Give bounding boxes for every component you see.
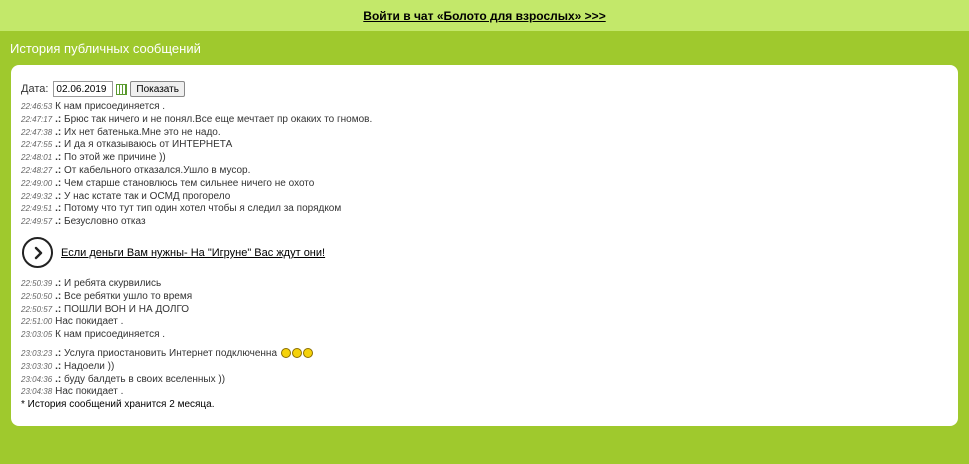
message-text: Потому что тут тип один хотел чтобы я сл… [64, 203, 342, 215]
message-row: 22:51:00 Нас покидает . [21, 316, 941, 329]
message-time: 23:03:23 [21, 348, 53, 358]
message-text: Надоели )) [64, 360, 115, 372]
message-bullet: .: [55, 152, 62, 164]
message-text: Нас покидает . [55, 386, 124, 398]
message-row: 23:04:36.: буду балдеть в своих вселенны… [21, 374, 941, 387]
message-bullet: .: [55, 290, 62, 302]
message-text: Брюс так ничего и не понял.Все еще мечта… [64, 113, 373, 125]
message-text: К нам присоединяется . [55, 329, 166, 341]
message-row: 23:03:23.: Услуга приостановить Интернет… [21, 348, 941, 361]
calendar-icon[interactable] [116, 83, 128, 95]
message-row: 22:46:53 К нам присоединяется . [21, 101, 941, 114]
message-bullet: .: [55, 190, 62, 202]
message-bullet: .: [55, 126, 62, 138]
message-bullet: .: [55, 360, 62, 372]
message-text: Услуга приостановить Интернет подключенн… [64, 347, 278, 359]
message-time: 22:48:01 [21, 153, 53, 163]
message-time: 22:49:00 [21, 178, 53, 188]
message-time: 22:48:27 [21, 165, 53, 175]
message-row: 22:47:17.: Брюс так ничего и не понял.Вс… [21, 114, 941, 127]
message-bullet: .: [55, 139, 62, 151]
message-row: 22:49:00.: Чем старше становлюсь тем сил… [21, 178, 941, 191]
message-row: 23:03:05 К нам присоединяется . [21, 329, 941, 342]
message-bullet: .: [55, 203, 62, 215]
message-bullet: .: [55, 373, 62, 385]
message-bullet: .: [55, 347, 62, 359]
message-list: 22:46:53 К нам присоединяется . 22:47:17.:… [21, 101, 941, 399]
message-time: 23:03:30 [21, 361, 53, 371]
message-row: 22:49:57.: Безусловно отказ [21, 216, 941, 229]
message-text: От кабельного отказался.Ушло в мусор. [64, 164, 251, 176]
message-time: 22:47:55 [21, 140, 53, 150]
message-bullet: .: [55, 216, 62, 228]
top-banner: Войти в чат «Болото для взрослых» >>> [0, 0, 969, 31]
message-time: 23:04:36 [21, 374, 53, 384]
message-time: 22:49:32 [21, 191, 53, 201]
message-time: 22:50:39 [21, 278, 53, 288]
message-bullet: .: [55, 277, 62, 289]
message-text: Их нет батенька.Мне это не надо. [64, 126, 221, 138]
message-row: 22:50:57.: ПОШЛИ ВОН И НА ДОЛГО [21, 304, 941, 317]
message-row: 23:04:38 Нас покидает . [21, 386, 941, 399]
message-text: У нас кстате так и ОСМД прогорело [64, 190, 231, 202]
message-time: 23:04:38 [21, 387, 53, 397]
message-text: Безусловно отказ [64, 216, 146, 228]
message-row: 23:03:30.: Надоели )) [21, 361, 941, 374]
message-text: И да я отказываюсь от ИНТЕРНЕТА [64, 139, 233, 151]
message-text: К нам присоединяется . [55, 101, 166, 112]
message-text: По этой же причине )) [64, 152, 166, 164]
ad-banner[interactable]: Если деньги Вам нужны- На "Игруне" Вас ж… [22, 236, 941, 270]
message-text: Чем старше становлюсь тем сильнее ничего… [64, 177, 315, 189]
section-title: История публичных сообщений [10, 41, 201, 56]
message-text: Нас покидает . [55, 316, 124, 328]
history-panel: Дата: Показать 22:46:53К нам присоединяе… [11, 65, 958, 426]
message-time: 23:03:05 [21, 330, 53, 340]
message-text: ПОШЛИ ВОН И НА ДОЛГО [64, 303, 190, 315]
message-time: 22:50:57 [21, 304, 53, 314]
date-filter: Дата: Показать [21, 81, 185, 97]
retention-note: * История сообщений хранится 2 месяца. [21, 399, 215, 410]
message-bullet: .: [55, 113, 62, 125]
message-text: буду балдеть в своих вселенных )) [64, 373, 226, 385]
date-input[interactable] [53, 81, 114, 97]
enter-chat-link[interactable]: Войти в чат «Болото для взрослых» >>> [363, 9, 605, 23]
message-row: 22:50:39.: И ребята скурвились [21, 278, 941, 291]
smiley-icon [281, 348, 314, 359]
message-row: 22:49:51.: Потому что тут тип один хотел… [21, 203, 941, 216]
message-row: 22:48:27.: От кабельного отказался.Ушло … [21, 165, 941, 178]
message-row: 22:47:55.: И да я отказываюсь от ИНТЕРНЕ… [21, 139, 941, 152]
message-time: 22:47:38 [21, 127, 53, 137]
ad-link[interactable]: Если деньги Вам нужны- На "Игруне" Вас ж… [61, 247, 325, 259]
message-bullet: .: [55, 303, 62, 315]
message-time: 22:50:50 [21, 291, 53, 301]
message-row: 22:47:38.: Их нет батенька.Мне это не на… [21, 127, 941, 140]
message-time: 22:46:53 [21, 102, 53, 111]
message-time: 22:49:51 [21, 204, 53, 214]
message-row: 22:50:50.: Все ребятки ушло то время [21, 291, 941, 304]
date-label: Дата: [21, 83, 49, 95]
message-bullet: .: [55, 164, 62, 176]
message-text: И ребята скурвились [64, 277, 162, 289]
message-bullet: .: [55, 177, 62, 189]
message-time: 22:49:57 [21, 217, 53, 227]
message-time: 22:51:00 [21, 317, 53, 327]
show-button[interactable]: Показать [130, 81, 185, 97]
message-row: 22:49:32.: У нас кстате так и ОСМД прого… [21, 191, 941, 204]
arrow-right-icon[interactable] [22, 237, 53, 269]
message-time: 22:47:17 [21, 114, 53, 124]
message-row: 22:48:01.: По этой же причине )) [21, 152, 941, 165]
message-text: Все ребятки ушло то время [64, 290, 193, 302]
